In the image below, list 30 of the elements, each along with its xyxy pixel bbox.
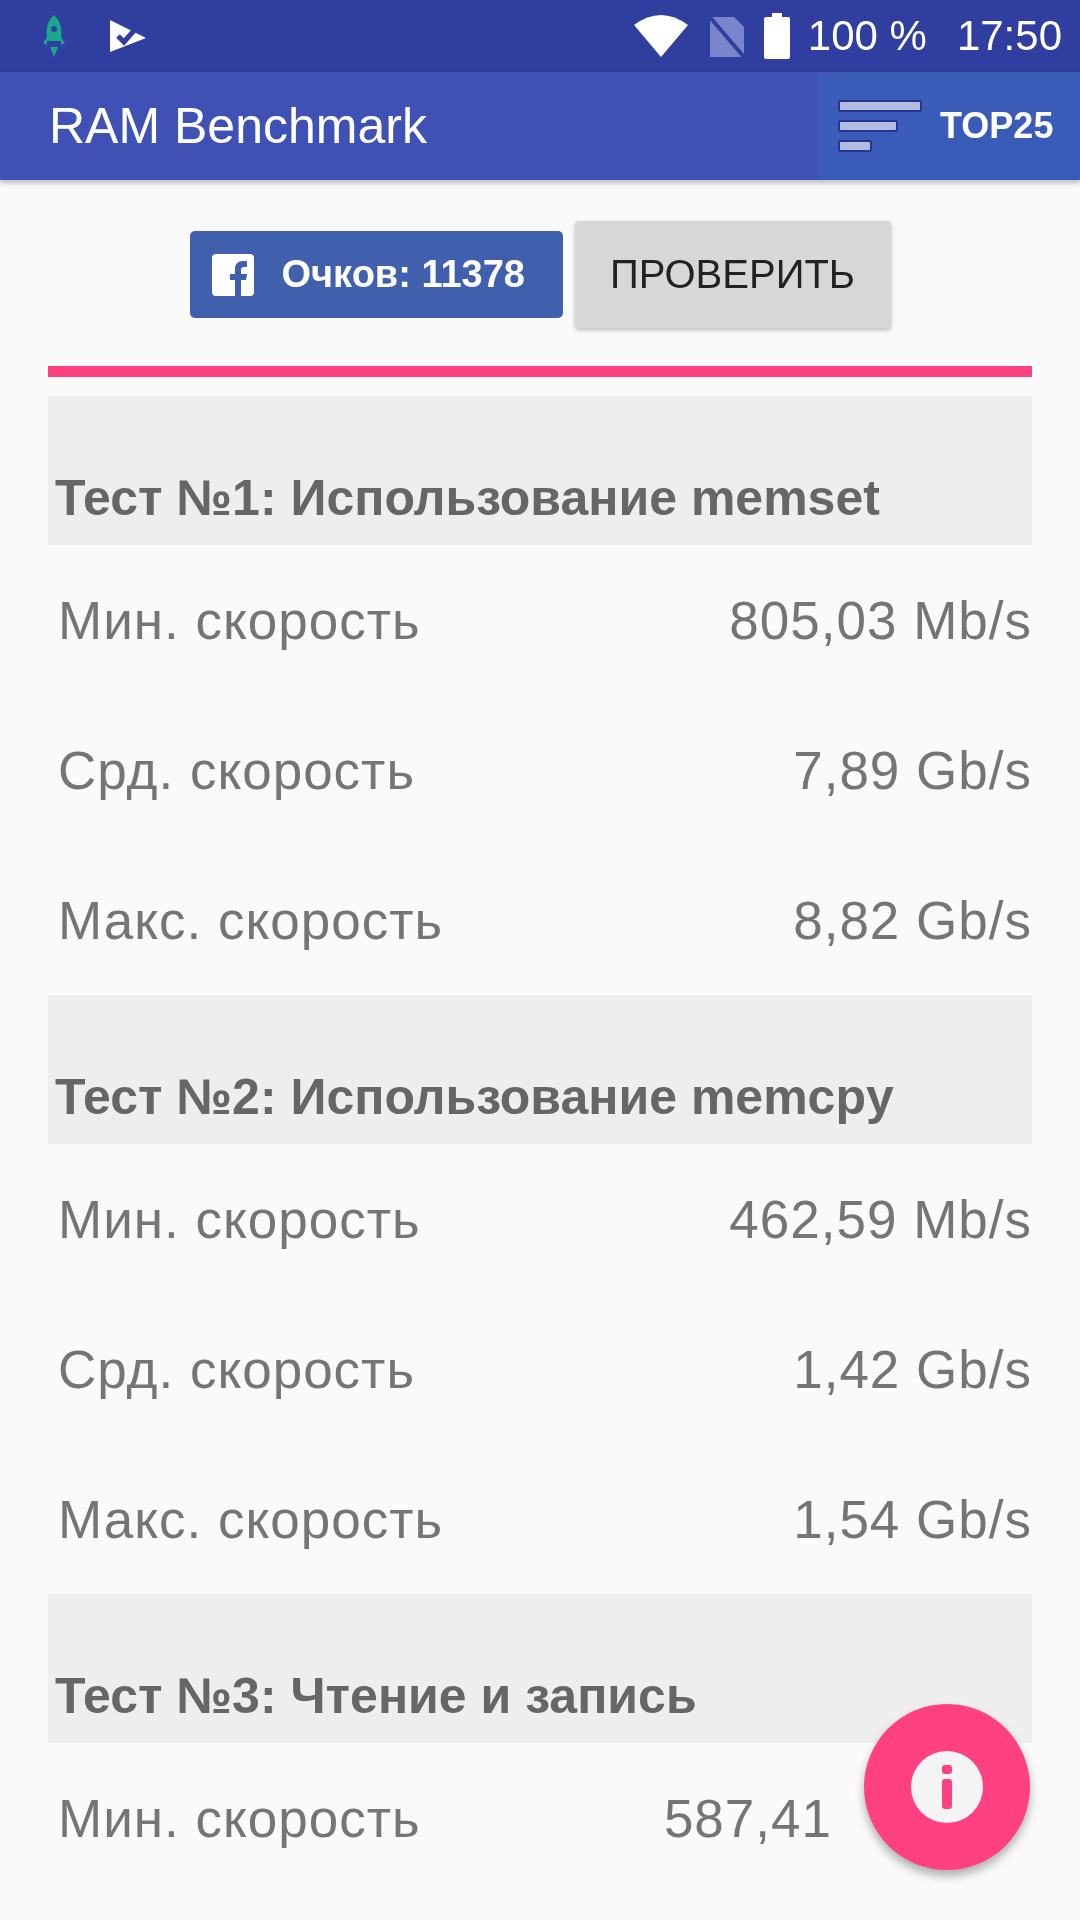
clock: 17:50 (956, 12, 1062, 60)
metric-value: 7,89 Gb/s (793, 739, 1032, 801)
metric-value: 1,42 Gb/s (793, 1338, 1032, 1400)
app-title: RAM Benchmark (48, 97, 428, 155)
check-flag-icon (108, 18, 148, 54)
top25-button[interactable]: TOP25 (818, 72, 1080, 180)
check-button[interactable]: ПРОВЕРИТЬ (574, 221, 891, 328)
rocket-icon (40, 15, 68, 57)
section-title: Тест №3: Чтение и запись (55, 1667, 697, 1725)
sort-icon (838, 100, 922, 152)
metric-value: 8,82 Gb/s (793, 889, 1032, 951)
wifi-icon (633, 15, 688, 57)
section-title: Тест №2: Использование memcpy (55, 1068, 894, 1126)
metric-label: Мин. скорость (58, 1188, 421, 1250)
metric-label: Мин. скорость (58, 1787, 421, 1849)
metric-value: 1,54 Gb/s (793, 1488, 1032, 1550)
battery-icon (763, 13, 790, 59)
facebook-icon (211, 253, 254, 296)
metric-label: Срд. скорость (58, 1338, 415, 1400)
share-score-button[interactable]: Очков: 11378 (189, 231, 563, 318)
metric-value: 805,03 Mb/s (729, 589, 1032, 651)
metric-label: Макс. скорость (58, 1488, 444, 1550)
metric-label: Мин. скорость (58, 589, 421, 651)
metric-value: 462,59 Mb/s (729, 1188, 1032, 1250)
metric-label: Макс. скорость (58, 889, 444, 951)
section-title: Тест №1: Использование memset (55, 469, 880, 527)
metric-value: 587,41 (663, 1787, 832, 1849)
info-icon (911, 1751, 983, 1823)
battery-level: 100 % (807, 12, 927, 60)
metric-label: Срд. скорость (58, 739, 415, 801)
